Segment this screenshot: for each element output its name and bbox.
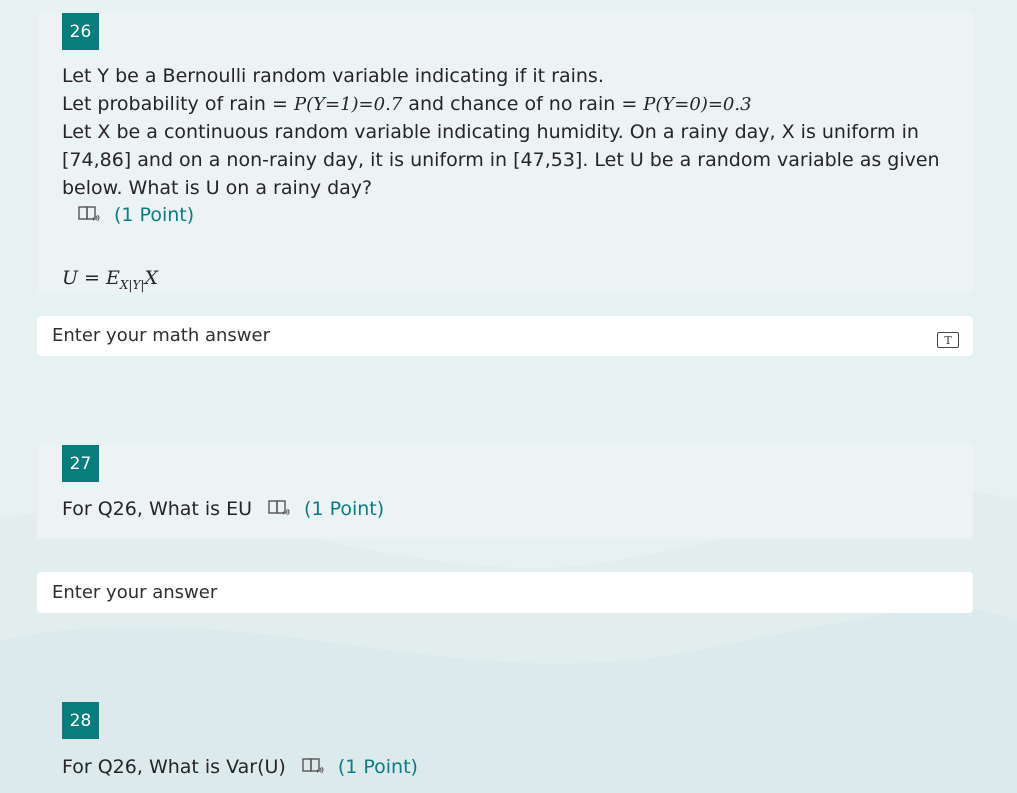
question-26-line-4: [74,86] and on a non-rainy day, it is un…: [62, 149, 940, 171]
question-28-points: (1 Point): [337, 756, 418, 778]
question-26-points: (1 Point): [114, 204, 195, 226]
question-card-27: [37, 444, 973, 539]
question-27-points: (1 Point): [304, 498, 385, 520]
math-answer-placeholder: Enter your math answer: [52, 325, 270, 346]
question-26-points-row: (1 Point): [78, 201, 194, 229]
question-27-text: For Q26, What is EU: [62, 498, 253, 520]
question-26-line-3: Let X be a continuous random variable in…: [62, 121, 919, 143]
question-26-line-1: Let Y be a Bernoulli random variable ind…: [62, 65, 604, 87]
math-p-rain: P(Y=1)=0.7: [293, 94, 403, 115]
question-number-badge: 26: [62, 13, 99, 50]
formula-subscript: X|Y|: [119, 277, 145, 292]
formula-expectation: E: [106, 267, 120, 289]
question-28-row: For Q26, What is Var(U) (1 Point): [62, 753, 418, 781]
formula-x: X: [144, 267, 158, 289]
question-26-line-2: Let probability of rain = P(Y=1)=0.7 and…: [62, 90, 752, 119]
question-number-badge: 27: [62, 445, 99, 482]
formula-equals: =: [78, 267, 107, 289]
text-mode-toggle-icon[interactable]: T: [937, 332, 959, 348]
math-p-no-rain: P(Y=0)=0.3: [643, 94, 752, 115]
immersive-reader-icon[interactable]: [78, 204, 100, 224]
answer-placeholder: Enter your answer: [52, 582, 218, 603]
question-26-line-2-mid: and chance of no rain =: [402, 93, 644, 115]
question-number-badge: 28: [62, 702, 99, 739]
immersive-reader-icon[interactable]: [268, 498, 290, 518]
formula-u: U = EX|Y|X: [62, 267, 158, 292]
immersive-reader-icon[interactable]: [302, 756, 324, 776]
math-answer-input[interactable]: Enter your math answer T: [37, 316, 973, 356]
formula-lhs: U: [62, 267, 79, 289]
question-28-text: For Q26, What is Var(U): [62, 756, 286, 778]
question-26-line-2-prefix: Let probability of rain =: [62, 93, 294, 115]
question-26-line-5: below. What is U on a rainy day?: [62, 177, 373, 199]
answer-input[interactable]: Enter your answer: [37, 572, 973, 613]
question-27-row: For Q26, What is EU (1 Point): [62, 495, 384, 523]
